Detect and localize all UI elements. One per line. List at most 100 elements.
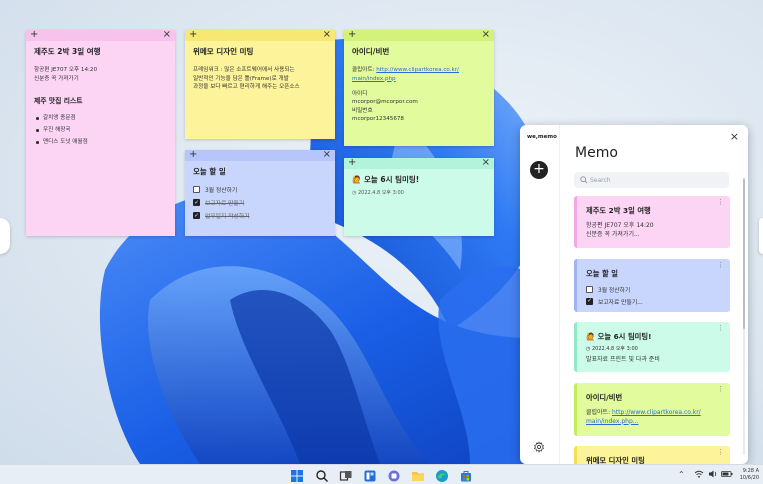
wifi-icon[interactable]: [694, 469, 704, 479]
add-note-icon[interactable]: +: [30, 30, 38, 41]
chevron-up-icon[interactable]: ⌃: [678, 470, 685, 479]
store-icon[interactable]: [459, 468, 473, 482]
clipart-link[interactable]: http://www.clipartkorea.co.kr/: [376, 67, 459, 73]
memo-card-todo[interactable]: ⋮ 오늘 할 일 3월 정산하기 ✓ 보고자료 만들기...: [574, 259, 730, 312]
clipart-link-cont[interactable]: main/index.php...: [586, 418, 721, 427]
card-date: 2022.4.8 오후 3:00: [591, 346, 638, 352]
windows-start-icon[interactable]: [290, 468, 304, 482]
note-title: 제주도 2박 3일 여행: [34, 47, 101, 56]
sticky-note-jeju[interactable]: + × 제주도 2박 3일 여행 항공편 JE707 오후 14:20 신분증 …: [26, 30, 175, 236]
note-titlebar[interactable]: + ×: [185, 30, 335, 41]
link-label: 클립아트:: [352, 67, 375, 73]
checkbox[interactable]: [586, 285, 593, 293]
card-line: 신분증 꼭 가져가기...: [586, 230, 640, 238]
file-explorer-icon[interactable]: [411, 468, 425, 482]
close-note-icon[interactable]: ×: [323, 150, 331, 161]
clipart-link-cont[interactable]: main/index.php: [352, 75, 486, 83]
close-note-icon[interactable]: ×: [163, 30, 171, 41]
checkbox-checked[interactable]: ✓: [193, 212, 200, 219]
note-titlebar[interactable]: + ×: [185, 150, 335, 161]
card-line: 항공편 JE707 오후 14:20: [586, 222, 654, 229]
card-line: 발표자료 프린트 및 다과 준비: [586, 355, 660, 363]
clock-icon: ◷: [352, 190, 357, 196]
add-note-icon[interactable]: +: [189, 150, 197, 161]
clock-icon: ◷: [586, 346, 591, 352]
scrollbar-thumb[interactable]: [743, 179, 745, 329]
close-app-button[interactable]: ×: [730, 130, 739, 143]
app-title: Memo: [575, 145, 618, 161]
more-options-icon[interactable]: ⋮: [717, 325, 724, 332]
add-note-icon[interactable]: +: [348, 30, 356, 41]
todo-item[interactable]: 3월 정산하기: [586, 283, 721, 295]
note-line: 프레임워크 : 많은 소프트웨어에서 사용되는: [193, 67, 295, 73]
edge-browser-icon[interactable]: [435, 468, 449, 482]
id-label: 아이디: [352, 90, 368, 97]
close-note-icon[interactable]: ×: [323, 30, 331, 41]
memo-card-meeting[interactable]: ⋮ 🙋 오늘 6시 팀미팅! ◷ 2022.4.8 오후 3:00 발표자료 프…: [574, 322, 730, 372]
memo-card-account[interactable]: ⋮ 아이디/비번 클립아트: http://www.clipartkorea.c…: [574, 383, 730, 436]
todo-item[interactable]: ✓ 업무일지 작성하기: [193, 209, 327, 222]
id-value: mcorpor@mcorpor.com: [352, 99, 418, 105]
list-item: 갈치앵 종문점: [34, 112, 167, 124]
link-label: 클립아트:: [586, 409, 611, 416]
battery-icon[interactable]: [721, 469, 733, 479]
restaurant-list: 갈치앵 종문점 우진 해장국 맨디스 도넛 애월점: [34, 112, 167, 148]
sticky-note-meeting[interactable]: + × 🙋 오늘 6시 팀미팅! ◷ 2022.4.8 오후 3:00: [344, 158, 494, 236]
list-item: 맨디스 도넛 애월점: [34, 136, 167, 148]
search-icon[interactable]: [315, 468, 329, 482]
checkbox[interactable]: [193, 186, 200, 193]
volume-icon[interactable]: [708, 469, 718, 479]
sticky-note-account[interactable]: + × 아이디/비번 클립아트: http://www.clipartkorea…: [344, 30, 494, 146]
teams-chat-icon[interactable]: [387, 468, 401, 482]
card-title: 위메모 디자인 미팅: [586, 456, 645, 464]
checkbox-checked[interactable]: ✓: [586, 297, 593, 305]
more-options-icon[interactable]: ⋮: [717, 199, 724, 206]
note-title: 오늘 할 일: [193, 167, 226, 176]
note-line: 항공편 JE707 오후 14:20: [34, 67, 98, 73]
card-title: 제주도 2박 3일 여행: [586, 206, 651, 215]
pw-value: mcorpor12345678: [352, 116, 404, 122]
task-view-icon[interactable]: [339, 468, 353, 482]
add-note-icon[interactable]: +: [348, 158, 356, 169]
todo-item[interactable]: ✓ 보고자료 만들기...: [586, 295, 721, 307]
add-memo-button[interactable]: +: [530, 161, 548, 179]
scrollbar[interactable]: [743, 177, 745, 455]
widgets-icon[interactable]: [363, 468, 377, 482]
todo-label: 보고자료 만들기...: [598, 299, 643, 306]
card-title: 아이디/비번: [586, 393, 623, 402]
checkbox-checked[interactable]: ✓: [193, 199, 200, 206]
search-bar[interactable]: [574, 172, 729, 188]
more-options-icon[interactable]: ⋮: [717, 449, 724, 456]
card-title: 오늘 할 일: [586, 269, 618, 278]
sticky-note-todo[interactable]: + × 오늘 할 일 3월 정산하기 ✓ 보고자료 만들기 ✓ 업무일지 작성하…: [185, 150, 335, 236]
close-note-icon[interactable]: ×: [482, 158, 490, 169]
left-edge-handle[interactable]: [0, 218, 10, 254]
card-title: 오늘 6시 팀미팅!: [597, 332, 652, 341]
note-titlebar[interactable]: + ×: [344, 30, 494, 41]
add-note-icon[interactable]: +: [189, 30, 197, 41]
todo-item[interactable]: 3월 정산하기: [193, 183, 327, 196]
memo-card-design[interactable]: ⋮ 위메모 디자인 미팅: [574, 446, 730, 464]
search-input[interactable]: [590, 172, 724, 188]
note-titlebar[interactable]: + ×: [26, 30, 175, 41]
memo-app-window[interactable]: we,memo + × Memo ⋮ 제주도 2박 3일 여행 항공편 JE70…: [520, 125, 748, 464]
app-logo: we,memo: [527, 134, 557, 140]
note-line: 과정을 보다 빠르고 편리하게 해주는 오픈소스: [193, 84, 300, 90]
note-titlebar[interactable]: + ×: [344, 158, 494, 169]
gear-icon[interactable]: [533, 441, 545, 453]
note-line: 신분증 꼭 가져가기: [34, 75, 79, 82]
more-options-icon[interactable]: ⋮: [717, 262, 724, 269]
person-emoji-icon: 🙋: [352, 175, 362, 184]
clipart-link[interactable]: http://www.clipartkorea.co.kr/: [612, 409, 701, 416]
more-options-icon[interactable]: ⋮: [717, 386, 724, 393]
todo-label: 업무일지 작성하기: [205, 214, 250, 220]
system-clock[interactable]: 9:28 A 10/6/20: [740, 468, 759, 481]
sticky-note-design[interactable]: + × 위메모 디자인 미팅 프레임워크 : 많은 소프트웨어에서 사용되는 일…: [185, 30, 335, 139]
todo-item[interactable]: ✓ 보고자료 만들기: [193, 196, 327, 209]
search-icon: [580, 176, 588, 184]
memo-card-jeju[interactable]: ⋮ 제주도 2박 3일 여행 항공편 JE707 오후 14:20 신분증 꼭 …: [574, 196, 730, 248]
close-note-icon[interactable]: ×: [482, 30, 490, 41]
clock-time: 9:28 A: [742, 468, 759, 474]
note-date: 2022.4.8 오후 3:00: [357, 190, 404, 196]
right-edge-handle[interactable]: [759, 218, 763, 254]
